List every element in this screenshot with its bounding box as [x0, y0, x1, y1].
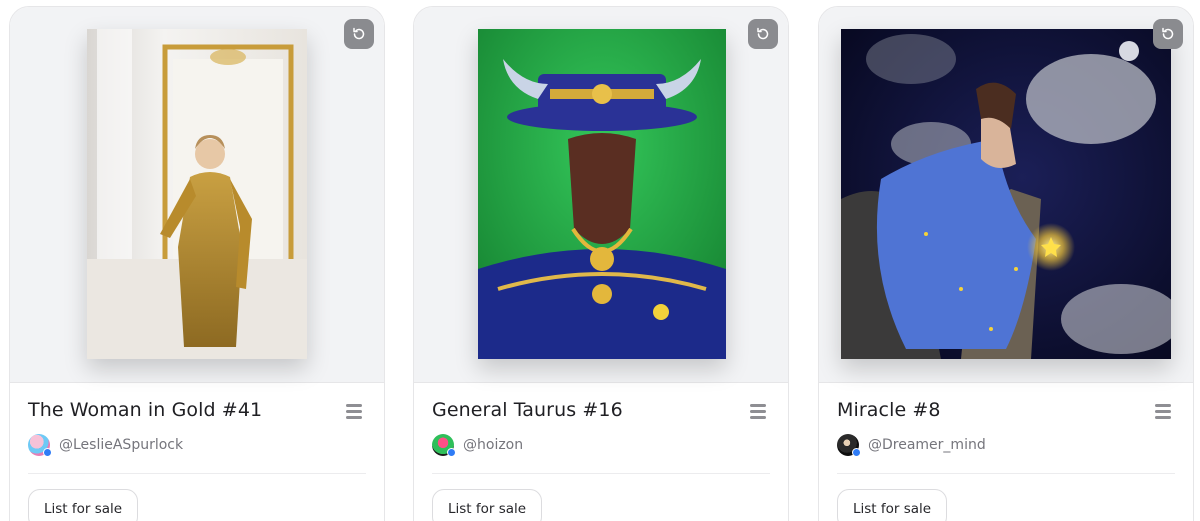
refresh-metadata-button[interactable]	[1153, 19, 1183, 49]
creator-info[interactable]: @LeslieASpurlock	[28, 434, 183, 457]
nft-media-area[interactable]	[10, 7, 384, 383]
list-for-sale-button[interactable]: List for sale	[432, 489, 543, 521]
refresh-icon	[353, 27, 365, 40]
nft-card-grid: The Woman in Gold #41 @LeslieASpurlock L…	[0, 0, 1200, 521]
list-for-sale-button[interactable]: List for sale	[837, 489, 948, 521]
nft-title[interactable]: The Woman in Gold #41	[28, 399, 262, 421]
refresh-metadata-button[interactable]	[344, 19, 374, 49]
nft-card[interactable]: General Taurus #16 @hoizon List for sale	[413, 6, 789, 521]
refresh-icon	[757, 27, 769, 40]
list-for-sale-button[interactable]: List for sale	[28, 489, 139, 521]
menu-icon[interactable]	[750, 404, 766, 420]
nft-card[interactable]: Miracle #8 @Dreamer_mind List for sale	[818, 6, 1194, 521]
verified-badge-icon	[43, 448, 52, 457]
verified-badge-icon	[852, 448, 861, 457]
verified-badge-icon	[447, 448, 456, 457]
nft-title[interactable]: General Taurus #16	[432, 399, 623, 421]
creator-info[interactable]: @hoizon	[432, 434, 523, 457]
creator-handle[interactable]: @Dreamer_mind	[868, 437, 986, 453]
refresh-metadata-button[interactable]	[748, 19, 778, 49]
creator-handle[interactable]: @hoizon	[463, 437, 523, 453]
nft-artwork-image[interactable]	[478, 29, 726, 359]
menu-icon[interactable]	[1155, 404, 1171, 420]
nft-card[interactable]: The Woman in Gold #41 @LeslieASpurlock L…	[9, 6, 385, 521]
creator-info[interactable]: @Dreamer_mind	[837, 434, 986, 457]
divider	[837, 473, 1175, 474]
refresh-icon	[1162, 27, 1174, 40]
divider	[432, 473, 770, 474]
nft-title[interactable]: Miracle #8	[837, 399, 941, 421]
nft-media-area[interactable]	[414, 7, 788, 383]
menu-icon[interactable]	[346, 404, 362, 420]
nft-artwork-image[interactable]	[841, 29, 1171, 359]
creator-handle[interactable]: @LeslieASpurlock	[59, 437, 183, 453]
nft-artwork-image[interactable]	[87, 29, 307, 359]
divider	[28, 473, 366, 474]
nft-media-area[interactable]	[819, 7, 1193, 383]
